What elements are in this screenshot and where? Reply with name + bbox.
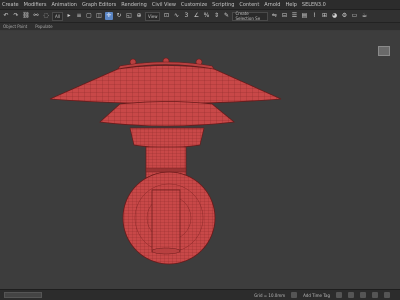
pan-icon[interactable]: [372, 292, 378, 298]
rendered-frame-icon[interactable]: ▭: [350, 12, 358, 20]
render-icon[interactable]: ☕: [360, 12, 368, 20]
viewport[interactable]: [0, 31, 400, 289]
select-object-icon[interactable]: ▸: [65, 12, 73, 20]
mirror-icon[interactable]: ⇋: [270, 12, 278, 20]
menu-item-help[interactable]: Help: [285, 2, 296, 8]
bind-icon[interactable]: ◌: [42, 12, 50, 20]
tab-object-paint[interactable]: Object Paint: [3, 24, 27, 29]
spinner-snap-icon[interactable]: ⇕: [212, 12, 220, 20]
link-icon[interactable]: ⛓: [22, 12, 30, 20]
undo-icon[interactable]: ↶: [2, 12, 10, 20]
selection-filter-value: All: [55, 13, 60, 19]
selection-filter-dropdown[interactable]: All: [52, 11, 63, 21]
window-crossing-icon[interactable]: ◫: [95, 12, 103, 20]
key-mode-icon[interactable]: [348, 292, 354, 298]
ribbon-tabs: Object Paint Populate: [0, 23, 400, 30]
percent-snap-icon[interactable]: %: [202, 12, 210, 20]
move-icon[interactable]: ✛: [104, 12, 113, 20]
schematic-view-icon[interactable]: ⊞: [320, 12, 328, 20]
menu-item-scripting[interactable]: Scripting: [212, 2, 234, 8]
orbit-icon[interactable]: [384, 292, 390, 298]
scene-explorer-icon[interactable]: ▤: [300, 12, 308, 20]
reference-coordinate-value: View: [147, 13, 158, 19]
redo-icon[interactable]: ↷: [12, 12, 20, 20]
menu-item-civil-view[interactable]: Civil View: [152, 2, 176, 8]
named-selection-dropdown[interactable]: Create Selection Se: [232, 11, 269, 21]
align-icon[interactable]: ⊟: [280, 12, 288, 20]
unlink-icon[interactable]: ⚯: [32, 12, 40, 20]
snaps-toggle-icon[interactable]: 3: [182, 12, 190, 20]
play-icon[interactable]: [336, 292, 342, 298]
menu-item-modifiers[interactable]: Modifiers: [24, 2, 47, 8]
status-bar: Grid = 10.0mm Add Time Tag: [0, 289, 400, 300]
render-setup-icon[interactable]: ⚙: [340, 12, 348, 20]
select-by-name-icon[interactable]: ≡: [75, 12, 83, 20]
edit-named-selection-icon[interactable]: ✎: [222, 12, 230, 20]
pivot-icon[interactable]: ⊡: [162, 12, 170, 20]
menu-item-rendering[interactable]: Rendering: [121, 2, 147, 8]
menu-item-content[interactable]: Content: [239, 2, 259, 8]
menu-bar: Create Modifiers Animation Graph Editors…: [0, 0, 400, 10]
curve-editor-icon[interactable]: ⌇: [310, 12, 318, 20]
tab-populate[interactable]: Populate: [35, 24, 52, 29]
place-icon[interactable]: ⊕: [135, 12, 143, 20]
menu-item-animation[interactable]: Animation: [51, 2, 77, 8]
layer-icon[interactable]: ☰: [290, 12, 298, 20]
reference-coordinate-dropdown[interactable]: View: [144, 11, 161, 21]
zoom-icon[interactable]: [360, 292, 366, 298]
timeline-slider[interactable]: [4, 292, 42, 298]
scale-icon[interactable]: ◱: [125, 12, 133, 20]
menu-item-graph-editors[interactable]: Graph Editors: [82, 2, 116, 8]
material-editor-icon[interactable]: ◕: [330, 12, 338, 20]
menu-item-customize[interactable]: Customize: [181, 2, 207, 8]
menu-item-arnold[interactable]: Arnold: [264, 2, 280, 8]
region-select-icon[interactable]: ▢: [85, 12, 93, 20]
grid-readout: Grid = 10.0mm: [254, 292, 286, 298]
add-time-tag-label[interactable]: Add Time Tag: [303, 293, 330, 298]
time-tag-icon[interactable]: [291, 292, 298, 298]
menu-item-create[interactable]: Create: [2, 2, 19, 8]
viewcube[interactable]: [378, 46, 390, 56]
named-selection-value: Create Selection Se: [235, 11, 261, 21]
menu-item-selen[interactable]: SELEN3.0: [302, 2, 326, 8]
angle-snap-icon[interactable]: ∠: [192, 12, 200, 20]
rotate-icon[interactable]: ↻: [115, 12, 123, 20]
snap-icon[interactable]: ∿: [172, 12, 180, 20]
main-toolbar: ↶ ↷ ⛓ ⚯ ◌ All ▸ ≡ ▢ ◫ ✛ ↻ ◱ ⊕ View ⊡ ∿ 3…: [0, 10, 400, 23]
